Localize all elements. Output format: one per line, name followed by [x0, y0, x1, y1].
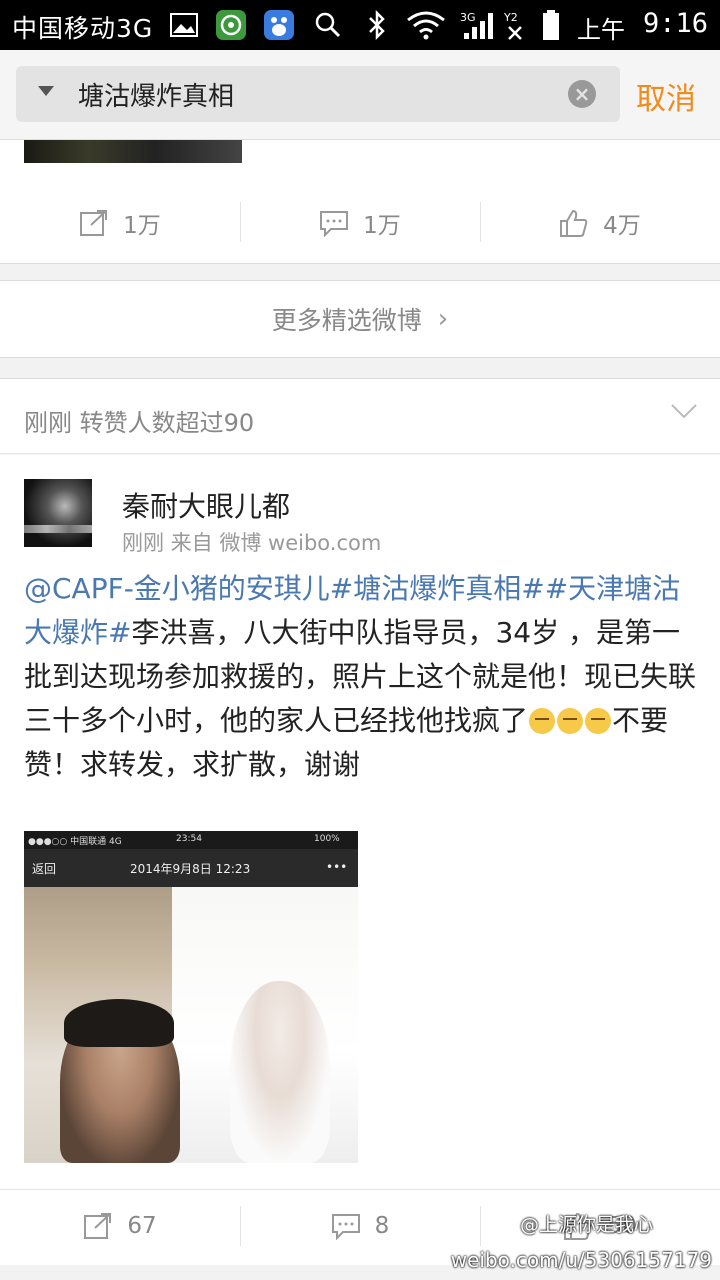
search-input[interactable]	[78, 74, 558, 114]
chevron-right-icon: ›	[437, 304, 449, 334]
status-bar: 中国移动3G 3G Y2 上午 9:16	[0, 0, 720, 50]
comment-button[interactable]: 8	[240, 1190, 480, 1261]
photo-nav-bar: 返回 2014年9月8日 12:23 •••	[24, 849, 358, 887]
search-icon	[312, 8, 344, 42]
photo-carrier: ●●●○○ 中国联通 4G	[28, 837, 122, 847]
photo-time: 23:54	[176, 834, 202, 844]
watermark-url: weibo.com/u/5306157179	[450, 1248, 712, 1272]
post-author[interactable]: 秦耐大眼儿都	[122, 485, 290, 525]
photo-man-hair	[64, 999, 174, 1047]
like-count: 4万	[603, 213, 641, 239]
wechat-icon	[214, 8, 248, 42]
crying-emoji-icon	[557, 708, 584, 734]
watermark-name: @上源你是我心	[520, 1214, 654, 1236]
post-photo[interactable]: ●●●○○ 中国联通 4G 23:54 100% 返回 2014年9月8日 12…	[24, 831, 358, 1163]
comment-icon	[320, 211, 349, 237]
search-dropdown-caret-icon[interactable]	[38, 86, 54, 96]
signal-icon: 3G	[460, 8, 500, 42]
search-bar: × 取消	[0, 50, 720, 140]
signal2-icon: Y2	[502, 8, 530, 42]
like-button[interactable]: 4万	[480, 186, 720, 260]
comment-count: 8	[374, 1212, 390, 1239]
crying-emoji-icon	[585, 708, 612, 734]
clock: 9:16	[642, 8, 708, 39]
previous-post-image[interactable]	[24, 140, 242, 163]
wifi-icon	[404, 8, 448, 42]
crying-emoji-icon	[529, 708, 556, 734]
repost-icon	[80, 210, 108, 236]
repost-icon	[84, 1212, 112, 1239]
photo-back-label: 返回	[32, 862, 57, 876]
carrier-label: 中国移动3G	[12, 14, 154, 43]
clear-search-icon[interactable]: ×	[568, 80, 596, 108]
svg-text:3G: 3G	[460, 11, 476, 24]
cancel-button[interactable]: 取消	[636, 74, 696, 118]
image-icon	[168, 8, 200, 42]
feed-section-title: 刚刚 转赞人数超过90	[24, 409, 255, 437]
repost-button[interactable]: 67	[0, 1190, 240, 1261]
avatar[interactable]	[24, 479, 92, 547]
like-icon	[560, 209, 588, 237]
bluetooth-icon	[364, 8, 390, 42]
feed-section-header[interactable]: 刚刚 转赞人数超过90	[0, 378, 720, 454]
baidu-icon	[262, 8, 296, 42]
battery-icon	[540, 8, 562, 42]
ampm-label: 上午	[577, 16, 625, 44]
comment-button[interactable]: 1万	[240, 186, 480, 260]
repost-button[interactable]: 1万	[0, 186, 240, 260]
post-body: @CAPF-金小猪的安琪儿#塘沽爆炸真相##天津塘沽大爆炸#李洪喜，八大街中队指…	[24, 567, 704, 787]
previous-post-card: 1万 1万 4万	[0, 140, 720, 264]
photo-battery: 100%	[314, 834, 340, 844]
photo-more-label: •••	[326, 860, 348, 874]
search-box: ×	[16, 66, 620, 122]
more-selected-label: 更多精选微博	[271, 306, 422, 335]
photo-child	[230, 981, 330, 1163]
comment-count: 1万	[363, 213, 401, 239]
comment-icon	[331, 1213, 360, 1240]
photo-status-bar: ●●●○○ 中国联通 4G 23:54 100%	[24, 831, 358, 849]
post-meta: 刚刚 来自 微博 weibo.com	[122, 531, 382, 555]
more-selected-posts-button[interactable]: 更多精选微博 ›	[0, 280, 720, 358]
photo-nav-title: 2014年9月8日 12:23	[130, 862, 251, 876]
svg-text:Y2: Y2	[503, 11, 518, 24]
previous-post-actions: 1万 1万 4万	[0, 186, 720, 260]
weibo-post: 秦耐大眼儿都 刚刚 来自 微博 weibo.com @CAPF-金小猪的安琪儿#…	[0, 455, 720, 1265]
repost-count: 67	[127, 1212, 157, 1239]
repost-count: 1万	[123, 213, 161, 239]
chevron-down-icon[interactable]	[670, 401, 698, 421]
